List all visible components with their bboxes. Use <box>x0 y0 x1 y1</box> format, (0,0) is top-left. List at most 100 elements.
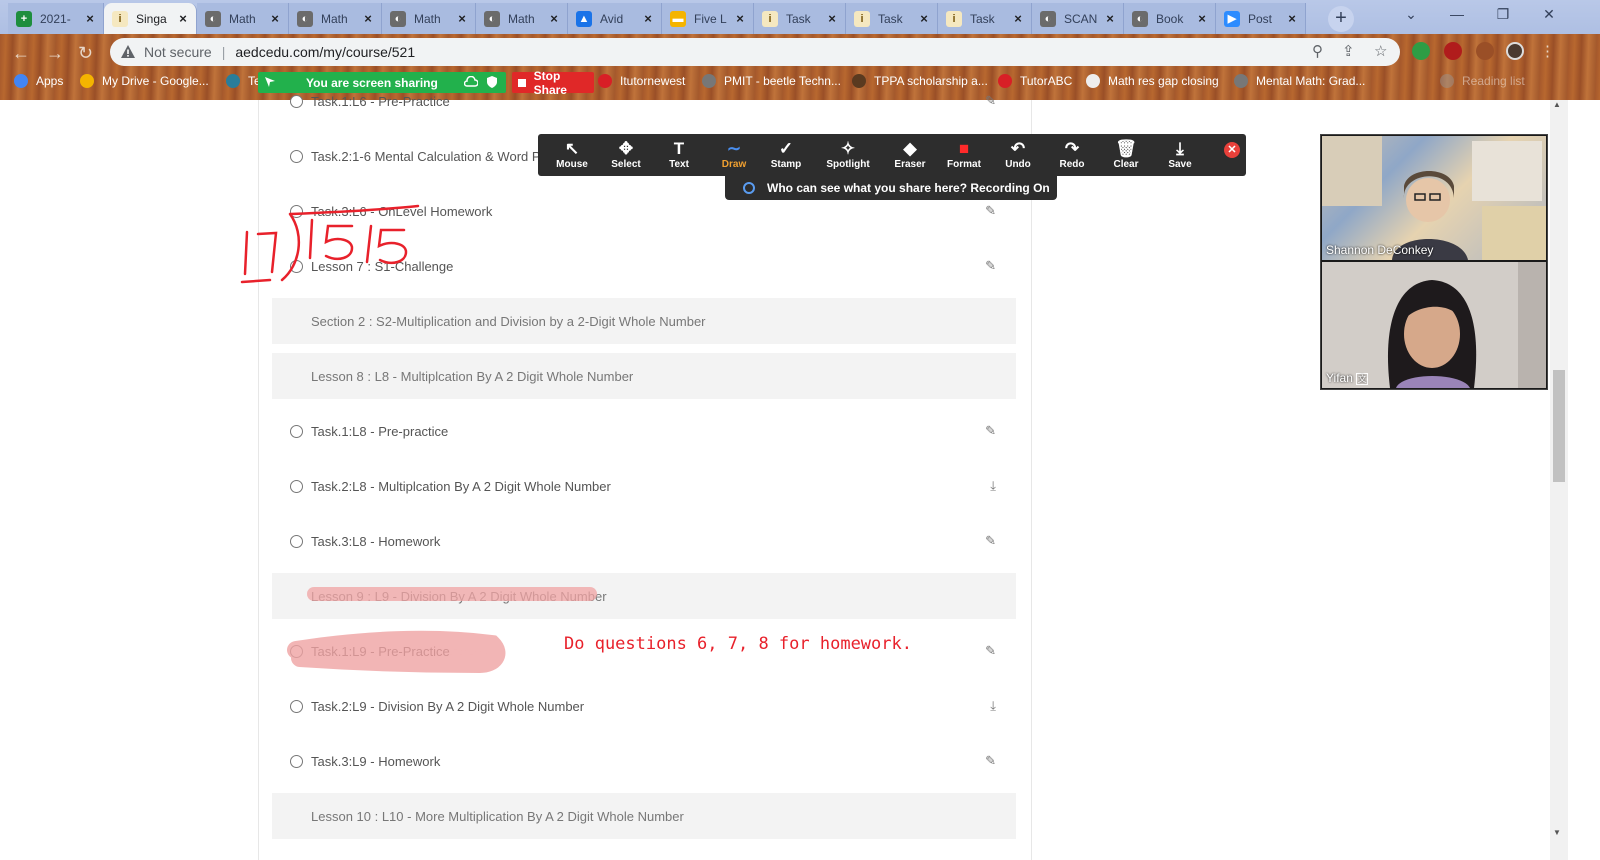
tab-close-icon[interactable]: × <box>1195 11 1209 26</box>
tool-mouse[interactable]: ↖ Mouse <box>544 139 600 170</box>
bookmark-my-drive[interactable]: My Drive - Google... <box>80 74 209 88</box>
back-icon[interactable]: ← <box>12 43 30 64</box>
tool-text[interactable]: T Text <box>651 139 707 170</box>
tab-close-icon[interactable]: × <box>825 11 839 26</box>
course-task-row[interactable]: Task.3:L8 - Homework ✎ <box>272 518 1016 564</box>
download-icon[interactable]: ⤓ <box>990 698 996 714</box>
tool-undo[interactable]: ↶ Undo <box>990 139 1046 170</box>
tab-close-icon[interactable]: × <box>1285 11 1299 26</box>
share-visibility-notice[interactable]: Who can see what you share here? Recordi… <box>725 176 1057 200</box>
task-status-radio[interactable] <box>290 149 303 163</box>
close-annotation-icon[interactable]: ✕ <box>1224 142 1240 158</box>
share-icon[interactable]: ⇪ <box>1342 42 1355 60</box>
tab-close-icon[interactable]: × <box>917 11 931 26</box>
tab-close-icon[interactable]: × <box>455 11 469 26</box>
bookmark-mental-math[interactable]: Mental Math: Grad... <box>1234 74 1365 88</box>
reload-icon[interactable]: ↻ <box>78 43 93 64</box>
new-tab-button[interactable]: + <box>1328 6 1354 32</box>
tab-10[interactable]: i Task × <box>846 3 938 34</box>
participant-video-shannon[interactable]: Shannon DeConkey <box>1322 136 1546 260</box>
edit-pencil-icon[interactable]: ✎ <box>985 93 996 109</box>
tab-2[interactable]: i Singa × <box>104 3 197 34</box>
tab-close-icon[interactable]: × <box>733 11 747 26</box>
task-status-radio[interactable] <box>290 259 303 273</box>
task-status-radio[interactable] <box>290 204 303 218</box>
tab-5[interactable]: ◐ Math × <box>382 3 476 34</box>
tool-draw[interactable]: ∼ Draw <box>706 139 762 170</box>
tab-close-icon[interactable]: × <box>547 11 561 26</box>
course-section-header[interactable]: Lesson 10 : L10 - More Multiplication By… <box>272 793 1016 839</box>
ublock-icon[interactable] <box>1444 42 1462 60</box>
tab-11[interactable]: i Task × <box>938 3 1032 34</box>
bookmark-math-res[interactable]: Math res gap closing <box>1086 74 1219 88</box>
course-section-header[interactable]: Lesson 9 : L9 - Division By A 2 Digit Wh… <box>272 573 1016 619</box>
bookmark-reading-list[interactable]: Reading list <box>1440 74 1525 88</box>
course-task-row[interactable]: Task.1:L8 - Pre-practice ✎ <box>272 408 1016 454</box>
bookmark-star-icon[interactable]: ☆ <box>1374 42 1387 60</box>
tab-close-icon[interactable]: × <box>641 11 655 26</box>
task-status-radio[interactable] <box>290 479 303 493</box>
edit-pencil-icon[interactable]: ✎ <box>985 533 996 549</box>
course-task-row[interactable]: Task.1:L6 - Pre-Practice ✎ <box>272 78 1016 124</box>
course-task-row[interactable]: Task.2:L9 - Division By A 2 Digit Whole … <box>272 683 1016 729</box>
edit-pencil-icon[interactable]: ✎ <box>985 258 996 274</box>
task-status-radio[interactable] <box>290 644 303 658</box>
tab-6[interactable]: ◐ Math × <box>476 3 568 34</box>
tab-1[interactable]: +2021- × <box>8 3 104 34</box>
extension-icon[interactable] <box>1412 42 1430 60</box>
profile-avatar[interactable] <box>1506 42 1524 60</box>
tab-search-icon[interactable]: ⌄ <box>1388 0 1434 30</box>
address-bar[interactable]: Not secure | aedcedu.com/my/course/521 <box>110 38 1400 66</box>
tab-4[interactable]: ◐ Math × <box>289 3 382 34</box>
edit-pencil-icon[interactable]: ✎ <box>985 753 996 769</box>
tool-select[interactable]: ✥ Select <box>598 139 654 170</box>
tool-save[interactable]: ⤓ Save <box>1152 139 1208 170</box>
menu-kebab-icon[interactable]: ⋮ <box>1540 42 1555 60</box>
zoom-icon[interactable]: ⚲ <box>1312 42 1323 60</box>
task-status-radio[interactable] <box>290 534 303 548</box>
scroll-down-arrow-icon[interactable]: ▼ <box>1553 828 1561 837</box>
scrollbar-thumb[interactable] <box>1553 370 1565 482</box>
tab-close-icon[interactable]: × <box>176 11 190 26</box>
scroll-up-arrow-icon[interactable]: ▲ <box>1553 100 1561 109</box>
tab-7[interactable]: ▲ Avid × <box>568 3 662 34</box>
bookmark-te[interactable]: Te <box>226 74 261 88</box>
tab-close-icon[interactable]: × <box>83 11 97 26</box>
tab-13[interactable]: ◐ Book × <box>1124 3 1216 34</box>
restore-window-button[interactable]: ❐ <box>1480 0 1526 30</box>
task-status-radio[interactable] <box>290 754 303 768</box>
tool-stamp[interactable]: ✓ Stamp <box>758 139 814 170</box>
edit-pencil-icon[interactable]: ✎ <box>985 423 996 439</box>
forward-icon[interactable]: → <box>46 43 64 64</box>
participant-video-yifan[interactable]: Yifan 文 <box>1322 262 1546 388</box>
task-status-radio[interactable] <box>290 94 303 108</box>
tab-9[interactable]: i Task × <box>754 3 846 34</box>
course-task-row[interactable]: Task.2:L8 - Multiplcation By A 2 Digit W… <box>272 463 1016 509</box>
bookmark-apps[interactable]: Apps <box>14 74 63 88</box>
tab-close-icon[interactable]: × <box>1103 11 1117 26</box>
tool-eraser[interactable]: ◆ Eraser <box>882 139 938 170</box>
tab-12[interactable]: ◐ SCAN × <box>1032 3 1124 34</box>
tab-3[interactable]: ◐ Math × <box>197 3 289 34</box>
tool-spotlight[interactable]: ✧ Spotlight <box>820 139 876 170</box>
tab-14[interactable]: ▶ Post × <box>1216 3 1306 34</box>
extensions-puzzle-icon[interactable] <box>1476 42 1494 60</box>
download-icon[interactable]: ⤓ <box>990 478 996 494</box>
tab-8[interactable]: ▬ Five L × <box>662 3 754 34</box>
tab-close-icon[interactable]: × <box>268 11 282 26</box>
tab-close-icon[interactable]: × <box>361 11 375 26</box>
minimize-window-button[interactable]: — <box>1434 0 1480 30</box>
edit-pencil-icon[interactable]: ✎ <box>985 643 996 659</box>
course-task-row[interactable]: Lesson 7 : S1-Challenge ✎ <box>272 243 1016 289</box>
tab-close-icon[interactable]: × <box>1011 11 1025 26</box>
edit-pencil-icon[interactable]: ✎ <box>985 203 996 219</box>
task-status-radio[interactable] <box>290 699 303 713</box>
close-window-button[interactable]: ✕ <box>1526 0 1572 30</box>
tool-format[interactable]: ■ Format <box>936 139 992 170</box>
course-section-header[interactable]: Lesson 8 : L8 - Multiplcation By A 2 Dig… <box>272 353 1016 399</box>
tool-redo[interactable]: ↷ Redo <box>1044 139 1100 170</box>
task-status-radio[interactable] <box>290 424 303 438</box>
course-section-header[interactable]: Section 2 : S2-Multiplication and Divisi… <box>272 298 1016 344</box>
course-task-row[interactable]: Task.3:L9 - Homework ✎ <box>272 738 1016 784</box>
tool-clear[interactable]: 🗑 Clear <box>1098 139 1154 170</box>
